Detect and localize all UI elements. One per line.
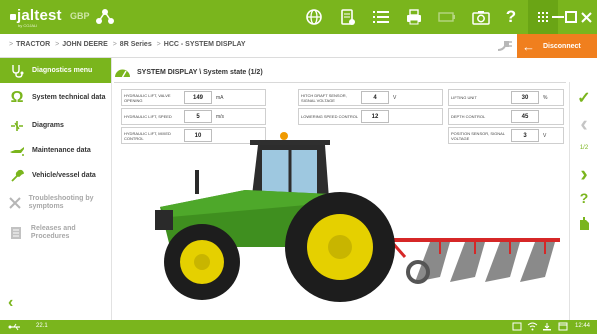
breadcrumb-item[interactable]: TRACTOR [16, 41, 50, 48]
sidebar-item-maintenance-data[interactable]: Maintenance data [0, 138, 111, 163]
battery-icon [438, 8, 456, 26]
param-unit: mA [216, 94, 224, 101]
breadcrumb: > TRACTOR > JOHN DEERE >8R Series > HCC - S… [9, 41, 246, 48]
sidebar-item-label: Releases and Procedures [30, 225, 76, 240]
param-box: DEPTH CONTROL 45 [448, 108, 564, 125]
breadcrumb-item: HCC - SYSTEM DISPLAY [163, 41, 246, 48]
usb-icon [8, 323, 22, 333]
param-unit: V [393, 94, 397, 101]
param-unit: % [543, 94, 548, 101]
sidebar-item-diagnostics-menu[interactable]: Diagnostics menu [0, 58, 111, 83]
sidebar-item-troubleshooting: Troubleshooting by symptoms [0, 188, 111, 218]
back-chevron-icon[interactable]: ‹ [8, 294, 13, 312]
report-icon[interactable] [339, 8, 357, 26]
header-divider [114, 82, 566, 83]
document-icon [8, 225, 25, 241]
globe-icon[interactable] [305, 8, 323, 26]
page-title: SYSTEM DISPLAY \ System state (1/2) [137, 68, 263, 76]
jaltest-logo: jaltest [10, 7, 62, 24]
sidebar-item-label: Vehicle/vessel data [32, 172, 96, 179]
front-wheel [164, 224, 240, 300]
param-label: HITCH DRAFT SENSOR, SIGNAL VOLTAGE [301, 92, 347, 103]
param-value: 30 [511, 91, 539, 104]
oil-can-icon [8, 143, 26, 159]
previous-page-icon: ‹ [580, 111, 588, 136]
help-icon[interactable]: ? [570, 188, 597, 208]
stethoscope-icon [8, 63, 26, 79]
breadcrumb-item[interactable]: 8R Series [120, 41, 152, 48]
param-label: LIFTING UNIT [451, 95, 477, 100]
param-unit: m/s [216, 113, 225, 120]
right-rail: ✓ ‹ 1/2 › ? [569, 82, 597, 320]
tractor-illustration [155, 132, 560, 302]
vci-icon [542, 322, 552, 333]
printer-icon[interactable] [405, 8, 423, 26]
param-label: DEPTH CONTROL [451, 114, 486, 119]
tablet-icon [512, 322, 522, 333]
clock-time: 12:44 [575, 323, 591, 329]
diagram-icon [8, 118, 26, 134]
disconnect-button[interactable]: ← Disconnect [517, 34, 597, 58]
add-document-icon[interactable] [570, 214, 597, 234]
app-window: jaltest by COJALI GBP ? > TRACTOR > JOHN… [0, 0, 597, 334]
sidebar-item-label: Diagrams [32, 122, 64, 129]
wrench-icon [8, 168, 26, 184]
logo-subtitle: by COJALI [18, 23, 38, 28]
wifi-icon [527, 322, 538, 333]
sidebar-item-label: System technical data [32, 94, 106, 101]
page-indicator: 1/2 [579, 145, 589, 151]
rear-wheel [285, 192, 395, 302]
param-value: 5 [184, 110, 212, 123]
camera-icon[interactable] [472, 8, 490, 26]
network-icon[interactable] [95, 8, 115, 31]
sidebar-item-system-technical-data[interactable]: Ω System technical data [0, 83, 111, 113]
param-box: HITCH DRAFT SENSOR, SIGNAL VOLTAGE 4 V [298, 89, 443, 106]
param-label: HYDRAULIC LIFT, VALVE OPENING [124, 92, 171, 103]
checkmark-icon[interactable]: ✓ [570, 88, 597, 108]
disconnect-label: Disconnect [543, 42, 581, 50]
sidebar-item-releases-procedures: Releases and Procedures [0, 218, 111, 248]
next-page-icon[interactable]: › [570, 161, 597, 186]
calendar-icon [558, 322, 568, 333]
param-value: 149 [184, 91, 212, 104]
sidebar-item-label: Diagnostics menu [32, 67, 93, 74]
plough [388, 238, 560, 284]
list-icon[interactable] [372, 8, 390, 26]
gauge-icon [115, 69, 130, 78]
param-box: HYDRAULIC LIFT, VALVE OPENING 149 mA [121, 89, 266, 106]
sidebar-item-label: Troubleshooting by symptoms [28, 195, 94, 210]
top-bar: jaltest by COJALI GBP ? [0, 0, 597, 34]
param-value: 12 [361, 110, 389, 123]
param-value: 45 [511, 110, 539, 123]
param-label: LOWERING SPEED CONTROL [301, 114, 359, 119]
param-value: 4 [361, 91, 389, 104]
region-label: GBP [70, 11, 90, 21]
param-box: LOWERING SPEED CONTROL 12 [298, 108, 443, 125]
sidebar-item-vehicle-vessel-data[interactable]: Vehicle/vessel data [0, 163, 111, 188]
param-box: LIFTING UNIT 30 % [448, 89, 564, 106]
arrow-left-icon: ← [522, 38, 535, 54]
version-label: 22.1 [36, 323, 48, 329]
tools-icon [8, 195, 23, 211]
ohm-icon: Ω [10, 89, 24, 106]
status-bar: 22.1 12:44 [0, 320, 597, 334]
help-icon[interactable]: ? [502, 7, 520, 26]
param-label: HYDRAULIC LIFT, SPEED [124, 114, 172, 119]
sidebar: Diagnostics menu Ω System technical data… [0, 58, 112, 320]
param-box: HYDRAULIC LIFT, SPEED 5 m/s [121, 108, 266, 125]
breadcrumb-item[interactable]: JOHN DEERE [62, 41, 108, 48]
section-header: SYSTEM DISPLAY \ System state (1/2) [114, 64, 263, 80]
sidebar-item-label: Maintenance data [32, 147, 91, 154]
sidebar-item-diagrams[interactable]: Diagrams [0, 113, 111, 138]
connector-icon [496, 38, 512, 59]
close-button[interactable] [575, 0, 597, 34]
